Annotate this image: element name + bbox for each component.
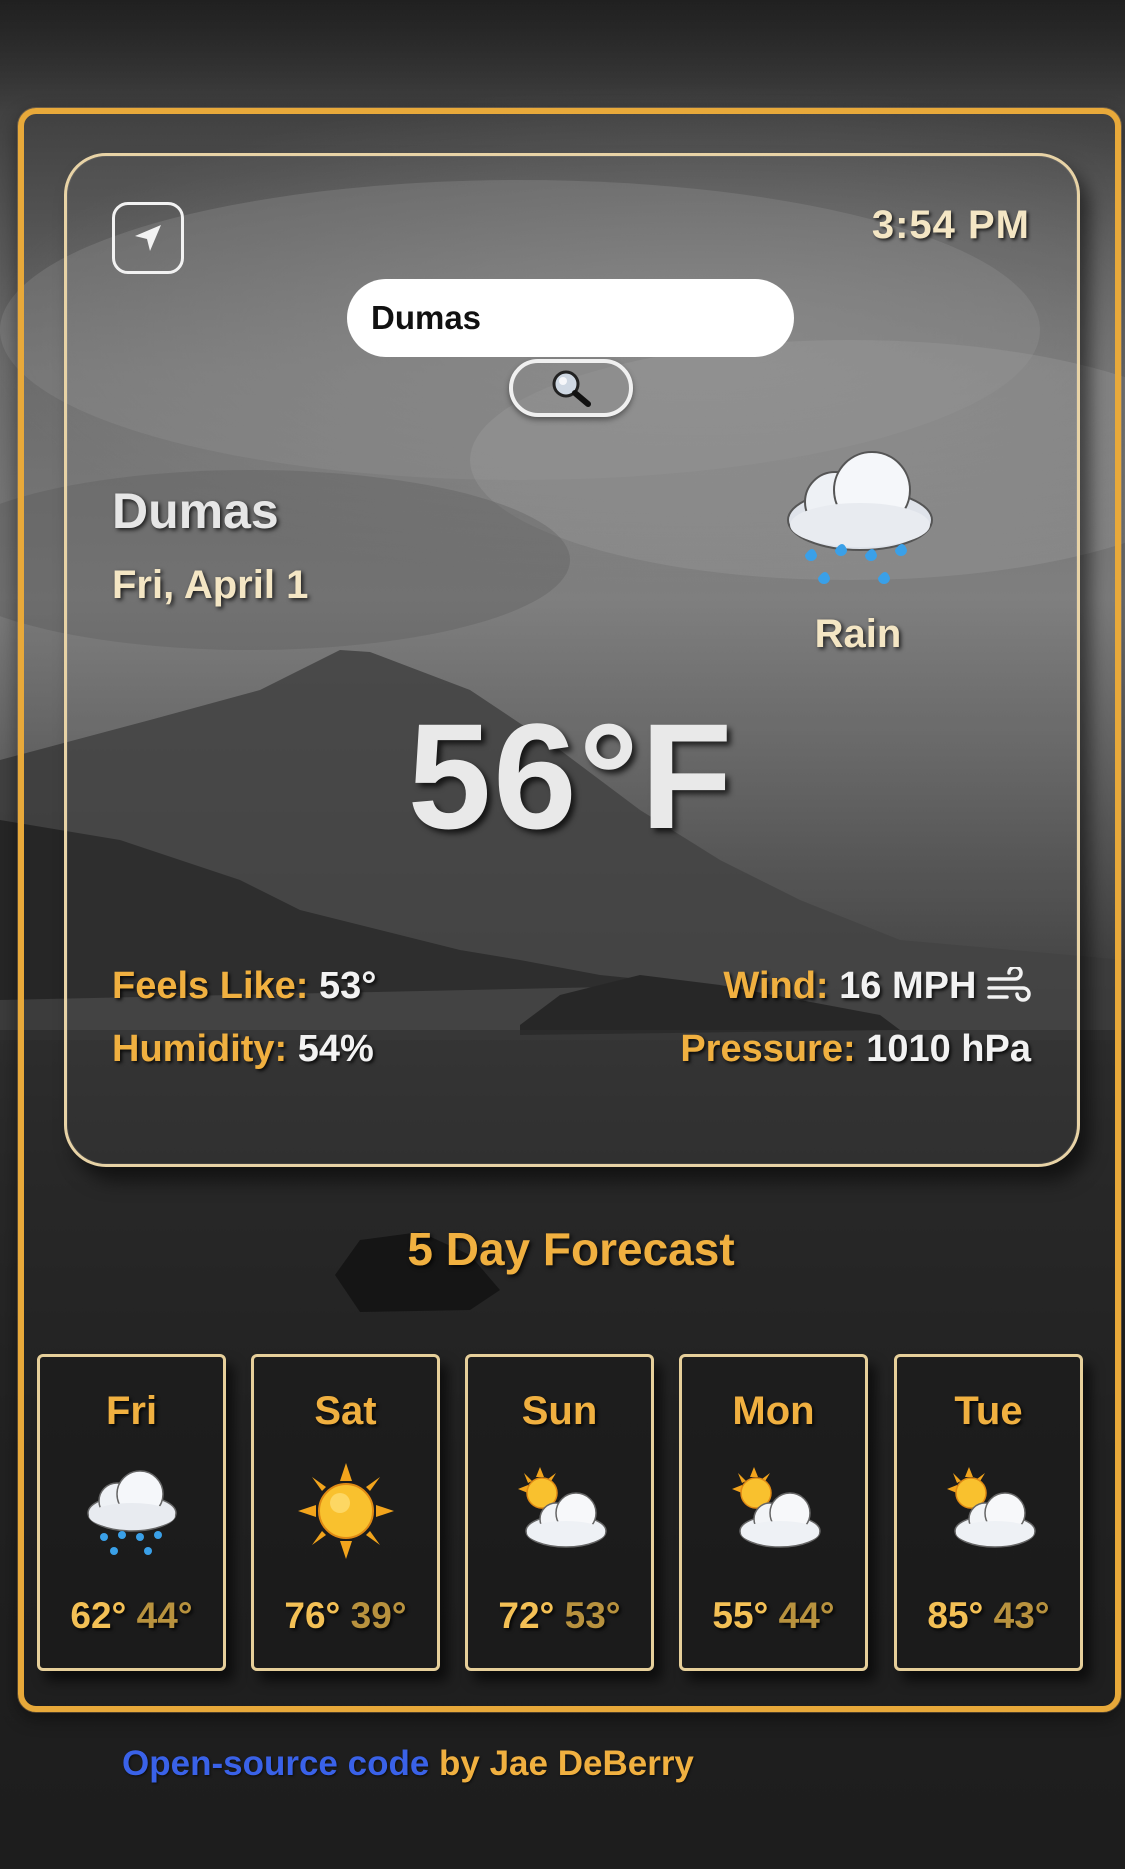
partly-cloudy-icon: [517, 1467, 607, 1548]
wind-value: 16 MPH: [839, 965, 977, 1007]
pressure: Pressure: 1010 hPa: [680, 1028, 1031, 1071]
forecast-card-sun: Sun 72° 53°: [465, 1354, 654, 1671]
forecast-day: Sat: [314, 1389, 377, 1433]
forecast-temps: 55° 44°: [682, 1595, 865, 1637]
rain-cloud-icon: [86, 1470, 177, 1555]
forecast-card-mon: Mon 55° 44°: [679, 1354, 868, 1671]
locate-me-button[interactable]: [112, 202, 184, 274]
forecast-temps: 62° 44°: [40, 1595, 223, 1637]
forecast-low: 53°: [564, 1595, 621, 1636]
wind: Wind: 16 MPH: [723, 965, 1031, 1008]
weather-condition: Rain: [814, 612, 902, 656]
search-button[interactable]: [509, 359, 633, 417]
forecast-list: Fri 62° 44° Sat 76° 39° Sun 72° 53° Mon …: [37, 1354, 1083, 1671]
feels-like: Feels Like: 53°: [112, 965, 376, 1008]
forecast-high: 76°: [284, 1595, 341, 1636]
forecast-card-sat: Sat 76° 39°: [251, 1354, 440, 1671]
city-name: Dumas: [112, 483, 279, 539]
city-search-input[interactable]: [347, 279, 794, 357]
forecast-high: 72°: [498, 1595, 555, 1636]
forecast-day: Mon: [732, 1389, 815, 1433]
humidity-label: Humidity:: [112, 1028, 288, 1070]
forecast-day: Tue: [954, 1389, 1023, 1433]
forecast-low: 43°: [993, 1595, 1050, 1636]
forecast-title: 5 Day Forecast: [407, 1223, 735, 1275]
forecast-high: 85°: [927, 1595, 984, 1636]
pressure-label: Pressure:: [680, 1028, 856, 1070]
magnifying-glass-icon: [552, 370, 591, 407]
forecast-low: 39°: [350, 1595, 407, 1636]
humidity: Humidity: 54%: [112, 1028, 374, 1071]
forecast-low: 44°: [136, 1595, 193, 1636]
forecast-high: 55°: [712, 1595, 769, 1636]
partly-cloudy-icon: [731, 1467, 821, 1548]
sun-icon: [297, 1463, 394, 1559]
forecast-temps: 76° 39°: [254, 1595, 437, 1637]
feels-like-label: Feels Like:: [112, 965, 309, 1007]
forecast-card-tue: Tue 85° 43°: [894, 1354, 1083, 1671]
pressure-value: 1010 hPa: [866, 1028, 1031, 1070]
source-code-link[interactable]: Open-source code: [122, 1744, 429, 1783]
feels-like-value: 53°: [318, 965, 377, 1007]
forecast-temps: 85° 43°: [897, 1595, 1080, 1637]
forecast-day: Fri: [105, 1389, 158, 1433]
current-temperature: 56°F: [407, 692, 735, 860]
humidity-value: 54%: [297, 1028, 374, 1070]
forecast-day: Sun: [521, 1389, 598, 1433]
forecast-low: 44°: [778, 1595, 835, 1636]
location-arrow-icon: [135, 225, 161, 251]
wind-icon: [987, 966, 1031, 1002]
forecast-temps: 72° 53°: [468, 1595, 651, 1637]
wind-label: Wind:: [723, 965, 829, 1007]
current-time: 3:54 PM: [871, 203, 1030, 247]
footer-credit: Open-source code by Jae DeBerry: [122, 1744, 694, 1784]
author-byline: by Jae DeBerry: [429, 1744, 694, 1783]
rain-cloud-icon: [787, 451, 933, 584]
partly-cloudy-icon: [946, 1467, 1036, 1548]
forecast-high: 62°: [70, 1595, 127, 1636]
current-date: Fri, April 1: [112, 563, 309, 607]
forecast-card-fri: Fri 62° 44°: [37, 1354, 226, 1671]
